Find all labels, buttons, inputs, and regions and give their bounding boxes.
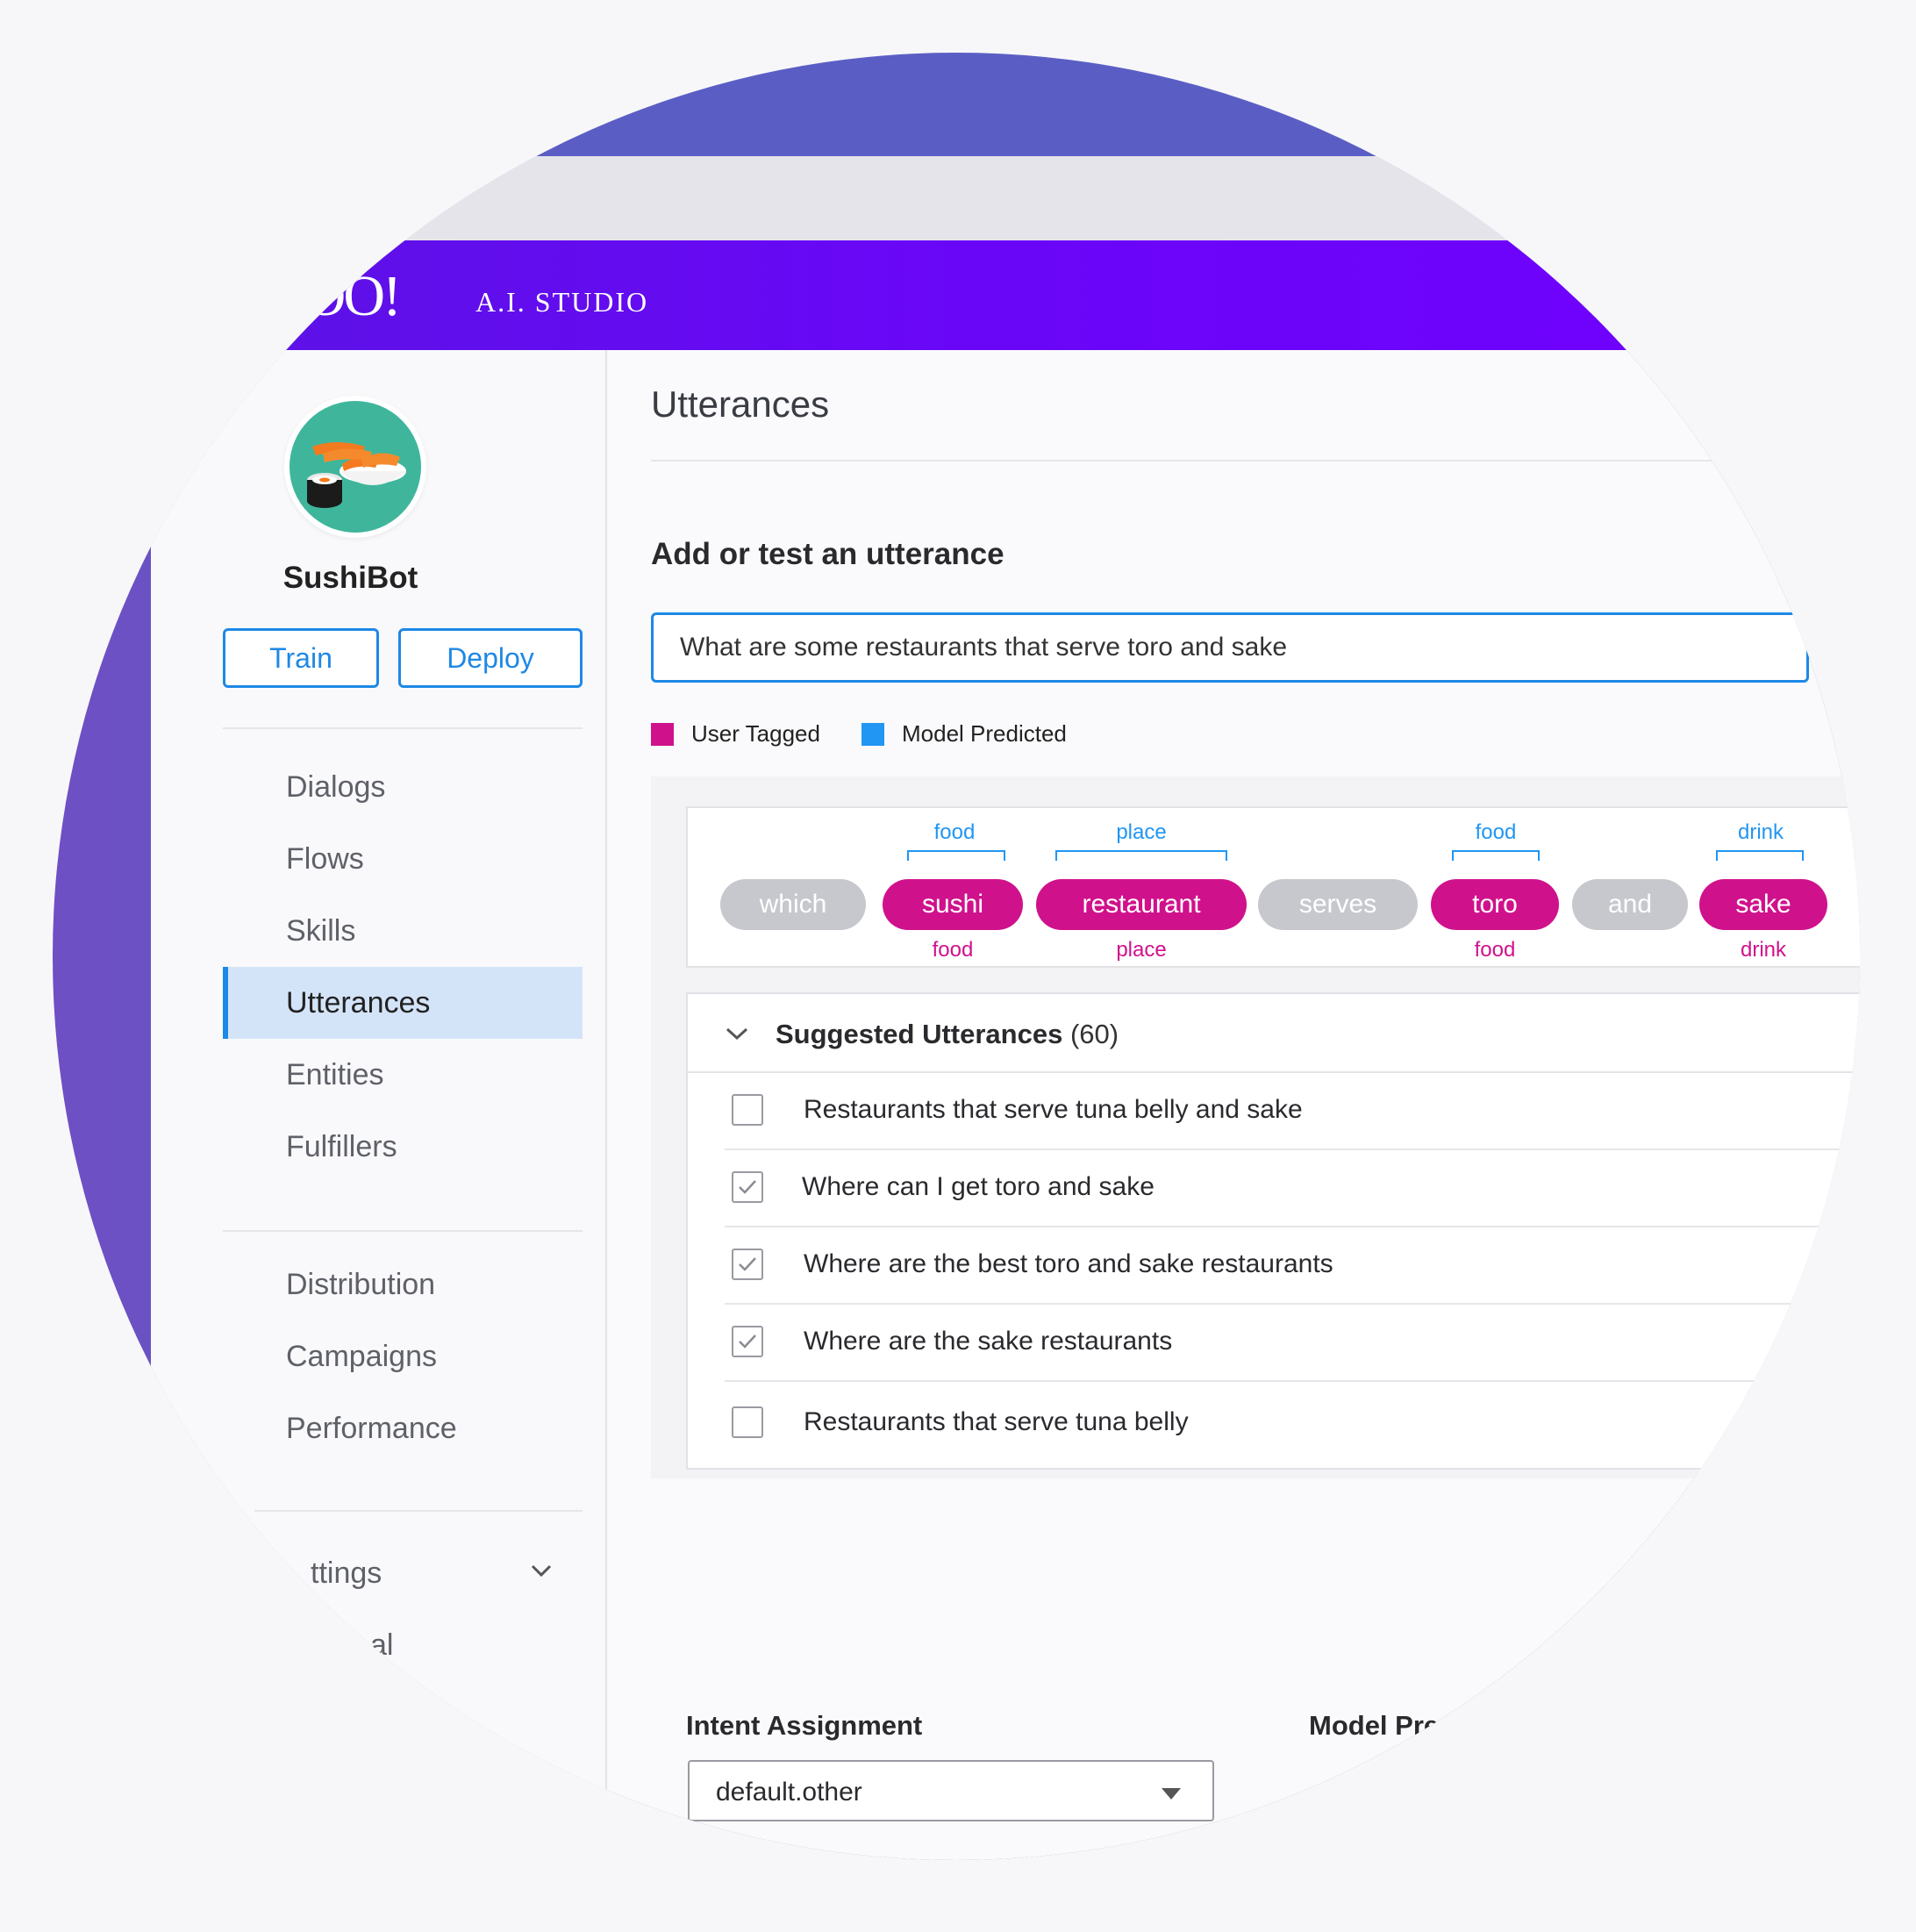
main-content: Utterances Add or test an utterance User…: [607, 350, 1860, 1860]
list-item-text: Where are the sake restaurants: [804, 1327, 1173, 1356]
window-dot-close[interactable]: [219, 185, 247, 213]
sidebar-item-distribution[interactable]: Distribution: [223, 1249, 583, 1320]
suggested-title-text: Suggested Utterances: [776, 1019, 1063, 1049]
list-item[interactable]: Restaurants that serve tuna belly: [725, 1384, 1860, 1461]
token-panel: which food sushi food place restaurant p…: [686, 806, 1860, 968]
app-header: YAHOO! A.I. STUDIO: [151, 240, 1860, 350]
token-chip[interactable]: restaurant: [1036, 879, 1247, 930]
deploy-button[interactable]: Deploy: [398, 628, 583, 688]
train-button[interactable]: Train: [223, 628, 379, 688]
brand-logo[interactable]: YAHOO!: [193, 263, 402, 330]
sidebar-item-dialogs[interactable]: Dialogs: [223, 751, 583, 823]
list-item[interactable]: Restaurants that serve tuna belly and sa…: [725, 1071, 1860, 1150]
model-tag-label: food: [1475, 820, 1517, 844]
circular-frame: YAHOO! A.I. STUDIO SushiBot Train Deploy…: [53, 53, 1860, 1860]
token-chip[interactable]: sake: [1699, 879, 1827, 930]
page-title: Utterances: [651, 383, 830, 425]
user-tagged-swatch: [651, 723, 674, 746]
model-predicted-swatch: [861, 723, 884, 746]
intent-select[interactable]: default.other: [688, 1760, 1214, 1821]
sidebar-divider: [254, 1510, 583, 1512]
model-tag-label: drink: [1737, 820, 1784, 844]
model-prediction-label: Model Prediction: [1309, 1710, 1528, 1741]
chevron-down-icon[interactable]: [530, 1563, 553, 1578]
suggested-utterances-panel: Suggested Utterances (60) Restaurants th…: [686, 992, 1860, 1470]
check-icon: [739, 1180, 756, 1194]
list-item-text: Where are the best toro and sake restaur…: [804, 1249, 1333, 1278]
list-item[interactable]: Where can I get toro and sake: [725, 1148, 1860, 1227]
sidebar-item-entities[interactable]: Entities: [223, 1039, 583, 1111]
suggested-utterances-title: Suggested Utterances (60): [776, 1019, 1119, 1050]
sidebar-divider: [223, 727, 583, 729]
window-dot-maximize[interactable]: [332, 185, 361, 213]
model-predicted-legend: Model Predicted: [902, 720, 1067, 747]
sidebar-item-general[interactable]: al: [223, 1609, 583, 1681]
section-title: Add or test an utterance: [651, 537, 1004, 571]
general-label: al: [370, 1628, 394, 1662]
window-titlebar: [151, 156, 1860, 240]
brand-subtitle: A.I. STUDIO: [475, 286, 649, 318]
model-prediction-value: Not Available: [1309, 1789, 1462, 1818]
token-chip[interactable]: which: [720, 879, 866, 930]
suggested-utterances-header[interactable]: Suggested Utterances (60): [688, 994, 1860, 1073]
check-icon: [739, 1257, 756, 1271]
chevron-down-icon[interactable]: [725, 1026, 749, 1041]
tag-bracket: [1452, 850, 1540, 861]
bot-avatar: [284, 396, 426, 538]
sidebar-item-flows[interactable]: Flows: [223, 823, 583, 895]
checkbox[interactable]: [732, 1249, 763, 1280]
utterance-input[interactable]: [651, 612, 1809, 683]
sidebar-item-campaigns[interactable]: Campaigns: [223, 1320, 583, 1392]
checkbox[interactable]: [732, 1406, 763, 1438]
user-tag-label: food: [1474, 938, 1516, 962]
checkbox[interactable]: [732, 1094, 763, 1126]
intent-assignment-label: Intent Assignment: [686, 1710, 923, 1741]
model-tag-label: place: [1116, 820, 1167, 844]
checkbox[interactable]: [732, 1326, 763, 1357]
caret-down-icon: [1162, 1788, 1181, 1800]
sidebar-item-performance[interactable]: Performance: [223, 1392, 583, 1464]
tag-bracket: [907, 850, 1005, 861]
sidebar-item-settings[interactable]: ttings: [223, 1537, 583, 1609]
title-divider: [651, 460, 1860, 462]
app-window: YAHOO! A.I. STUDIO SushiBot Train Deploy…: [151, 156, 1860, 1860]
user-tag-label: drink: [1740, 938, 1787, 962]
token-chip[interactable]: sushi: [883, 879, 1023, 930]
list-item[interactable]: Where are the best toro and sake restaur…: [725, 1226, 1860, 1305]
suggested-count: (60): [1069, 1019, 1119, 1049]
user-tag-label: place: [1116, 938, 1167, 962]
checkbox[interactable]: [732, 1171, 763, 1203]
user-tag-label: food: [932, 938, 974, 962]
window-dot-minimize[interactable]: [275, 185, 304, 213]
token-chip[interactable]: toro: [1431, 879, 1559, 930]
list-item-text: Restaurants that serve tuna belly and sa…: [804, 1095, 1303, 1124]
sidebar-divider: [223, 1230, 583, 1232]
intent-select-value: default.other: [716, 1778, 862, 1807]
list-item-text: Restaurants that serve tuna belly: [804, 1407, 1189, 1436]
token-chip[interactable]: serves: [1258, 879, 1418, 930]
user-tagged-legend: User Tagged: [691, 720, 820, 747]
list-item-text: Where can I get toro and sake: [802, 1172, 1155, 1201]
list-item[interactable]: Where are the sake restaurants: [725, 1303, 1860, 1382]
settings-label: ttings: [311, 1556, 382, 1590]
sidebar-item-skills[interactable]: Skills: [223, 895, 583, 967]
model-tag-label: food: [933, 820, 976, 844]
sushi-icon: [307, 442, 406, 508]
tag-bracket: [1055, 850, 1227, 861]
sidebar-item-fulfillers[interactable]: Fulfillers: [223, 1111, 583, 1183]
check-icon: [739, 1335, 756, 1349]
sidebar-item-utterances[interactable]: Utterances: [223, 967, 583, 1039]
tag-bracket: [1716, 850, 1804, 861]
token-chip[interactable]: and: [1572, 879, 1688, 930]
bot-name: SushiBot: [282, 561, 418, 595]
sidebar: SushiBot Train Deploy Dialogs Flows Skil…: [151, 350, 607, 1860]
